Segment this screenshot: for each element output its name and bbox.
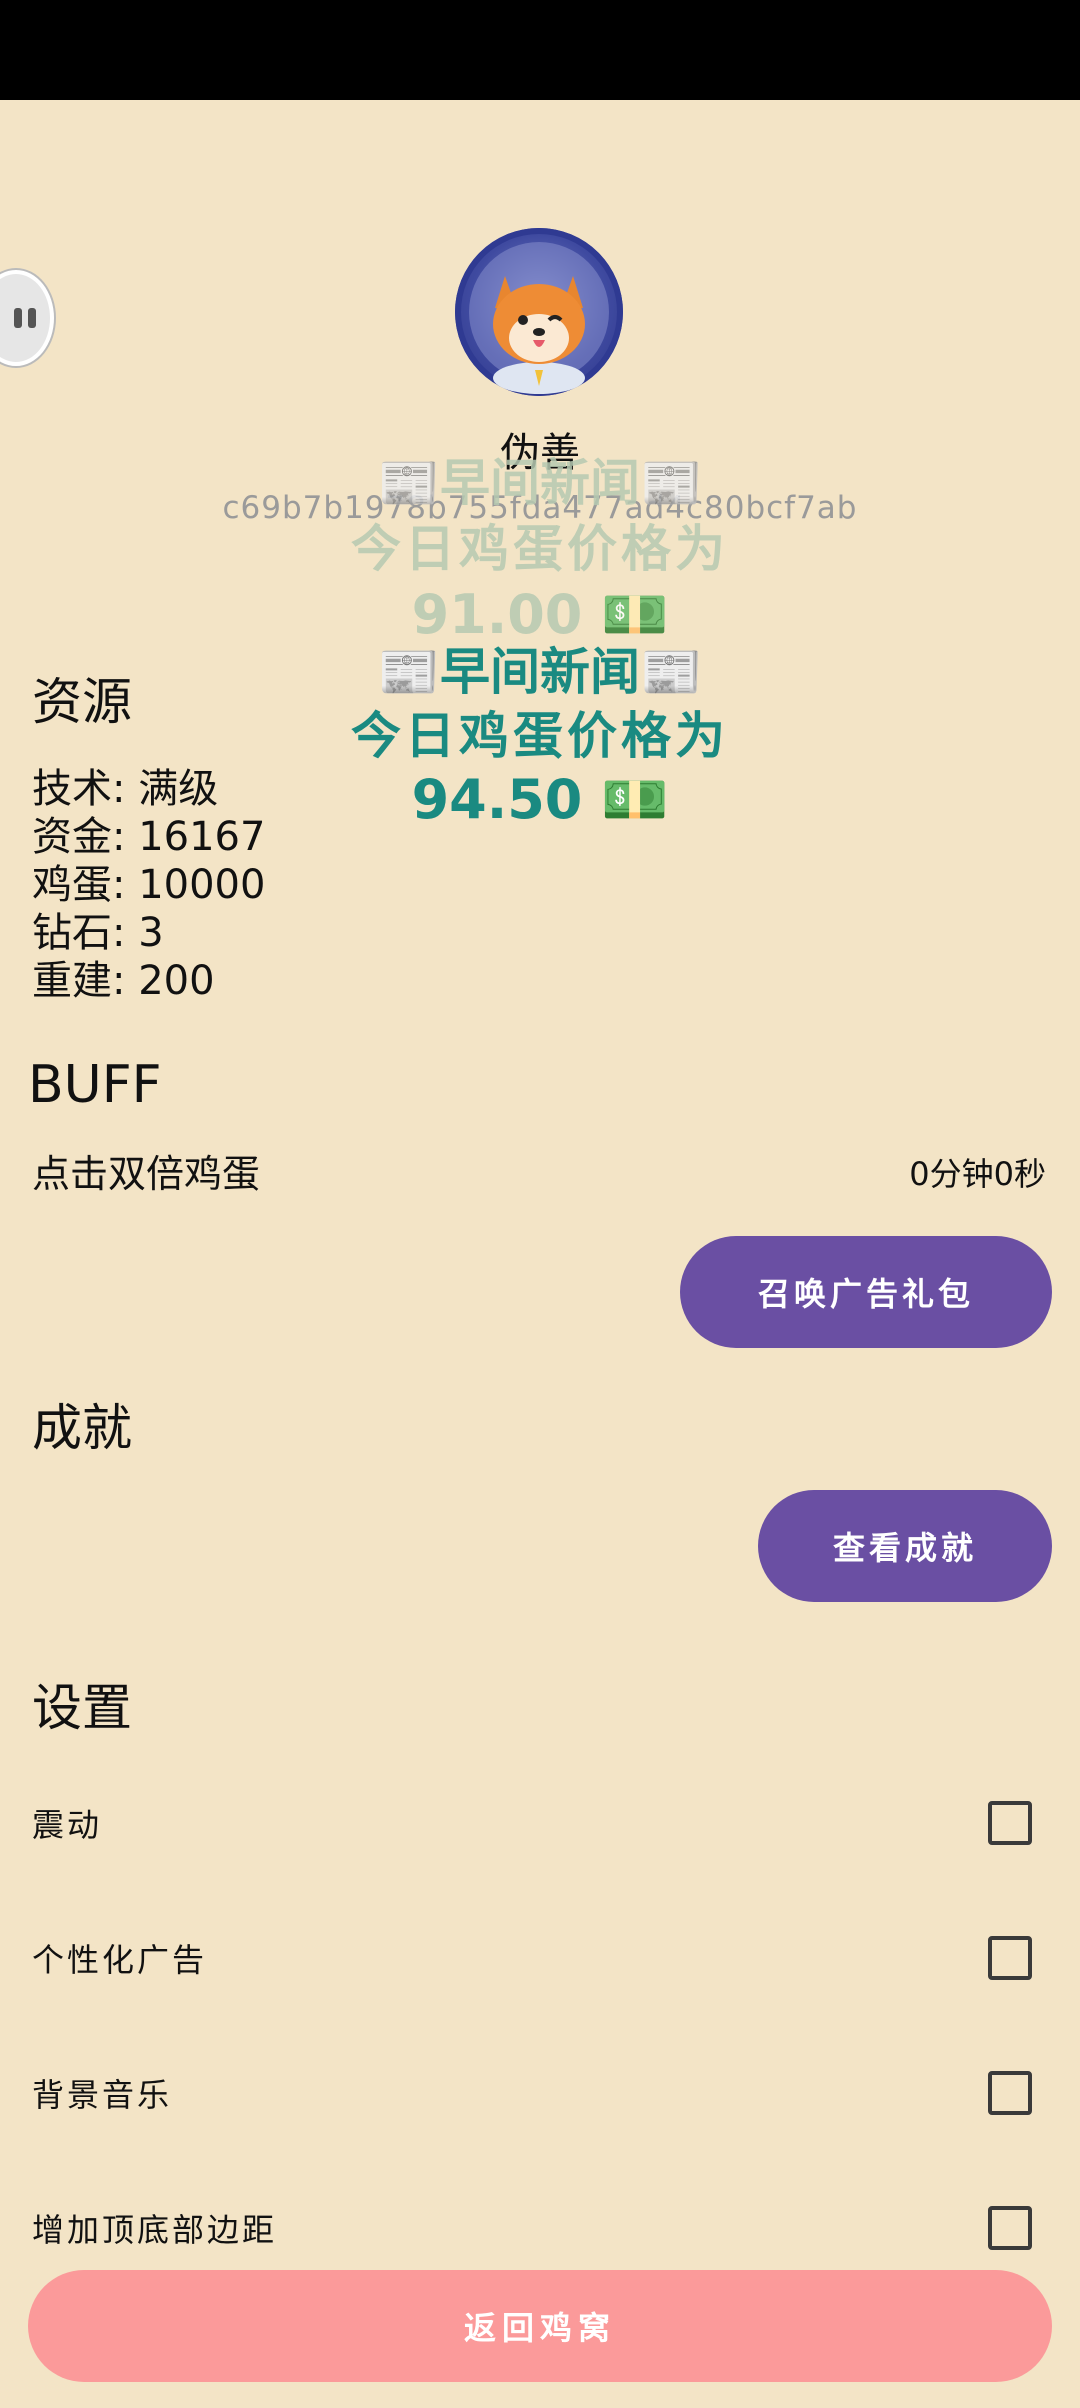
view-achievements-button[interactable]: 查看成就 xyxy=(758,1490,1052,1602)
setting-bg-music: 背景音乐 xyxy=(32,2070,1052,2116)
news-ghost-banner: 📰早间新闻📰 今日鸡蛋价格为 91.00 💵 xyxy=(0,450,1080,648)
setting-label: 背景音乐 xyxy=(32,2076,173,2114)
setting-label: 个性化广告 xyxy=(32,1941,208,1979)
setting-label: 增加顶底部边距 xyxy=(32,2211,278,2249)
setting-vibration: 震动 xyxy=(32,1800,1052,1846)
achievements-title: 成就 xyxy=(32,1399,132,1457)
pause-icon xyxy=(14,308,36,328)
news-ghost-line: 今日鸡蛋价格为 xyxy=(351,520,729,578)
buff-row: 点击双倍鸡蛋 0分钟0秒 xyxy=(32,1143,1048,1198)
buff-name: 点击双倍鸡蛋 xyxy=(32,1152,261,1196)
shiba-dog-icon xyxy=(469,242,609,394)
vibration-checkbox[interactable] xyxy=(988,1801,1032,1845)
news-ghost-price: 91.00 💵 xyxy=(411,583,669,646)
extra-margin-checkbox[interactable] xyxy=(988,2206,1032,2250)
setting-personalized-ads: 个性化广告 xyxy=(32,1935,1052,1981)
buff-timer: 0分钟0秒 xyxy=(909,1155,1046,1193)
rebuild-value: 重建: 200 xyxy=(32,958,215,1004)
floating-pause-button[interactable] xyxy=(0,270,54,366)
buff-title: BUFF xyxy=(28,1055,162,1115)
back-to-coop-button[interactable]: 返回鸡窝 xyxy=(28,2270,1052,2382)
personalized-ads-checkbox[interactable] xyxy=(988,1936,1032,1980)
bg-music-checkbox[interactable] xyxy=(988,2071,1032,2115)
resources-title: 资源 xyxy=(32,673,132,731)
status-bar xyxy=(0,0,1080,100)
setting-extra-margin: 增加顶底部边距 xyxy=(32,2205,1052,2251)
news-title: 📰早间新闻📰 xyxy=(377,643,703,701)
settings-title: 设置 xyxy=(32,1679,132,1737)
summon-ad-pack-button[interactable]: 召唤广告礼包 xyxy=(680,1236,1052,1348)
setting-label: 震动 xyxy=(32,1806,103,1844)
avatar[interactable] xyxy=(455,228,623,396)
news-ghost-title: 📰早间新闻📰 xyxy=(377,454,703,512)
